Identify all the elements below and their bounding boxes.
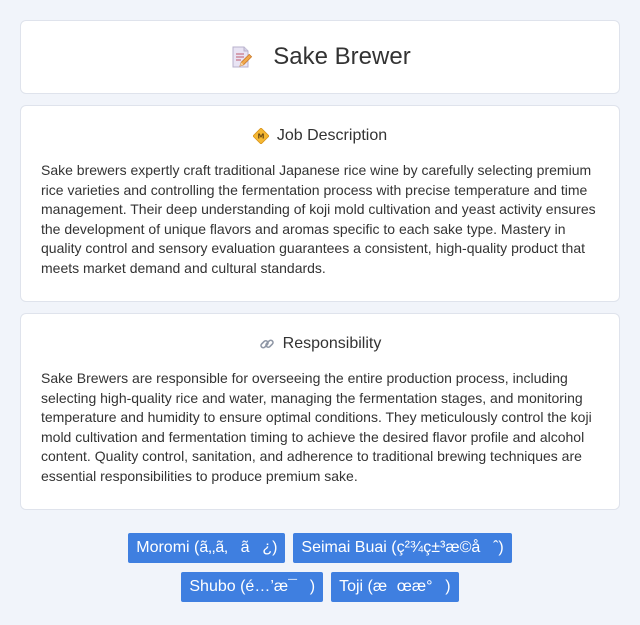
svg-text:M: M bbox=[257, 133, 264, 141]
tag-seimai-buai[interactable]: Seimai Buai (ç²¾ç±³æ­©åˆ) bbox=[293, 533, 512, 563]
responsibility-card: Responsibility Sake Brewers are responsi… bbox=[20, 313, 620, 510]
job-description-title: Job Description bbox=[276, 127, 388, 144]
responsibility-text: Sake Brewers are responsible for oversee… bbox=[41, 370, 592, 484]
job-description-text: Sake brewers expertly craft traditional … bbox=[41, 162, 596, 276]
tag-moromi[interactable]: Moromi (ã‚‚ã‚ã¿) bbox=[128, 533, 286, 563]
link-icon bbox=[259, 336, 275, 352]
page: Sake Brewer M Job Description Sake brewe… bbox=[0, 0, 640, 625]
job-description-card: M Job Description Sake brewers expertly … bbox=[20, 105, 620, 302]
document-pencil-icon bbox=[229, 45, 253, 69]
job-description-header: M Job Description bbox=[41, 125, 599, 147]
responsibility-title: Responsibility bbox=[282, 335, 382, 352]
page-title: Sake Brewer bbox=[273, 43, 411, 70]
header-card: Sake Brewer bbox=[20, 20, 620, 94]
responsibility-header: Responsibility bbox=[41, 333, 599, 355]
diamond-badge-icon: M bbox=[252, 127, 270, 145]
tag-toji[interactable]: Toji (æœæ°) bbox=[331, 572, 459, 602]
tag-shubo[interactable]: Shubo (é…’æ¯) bbox=[181, 572, 324, 602]
tag-list: Moromi (ã‚‚ã‚ã¿) Seimai Buai (ç²¾ç±³æ­… bbox=[20, 521, 620, 602]
